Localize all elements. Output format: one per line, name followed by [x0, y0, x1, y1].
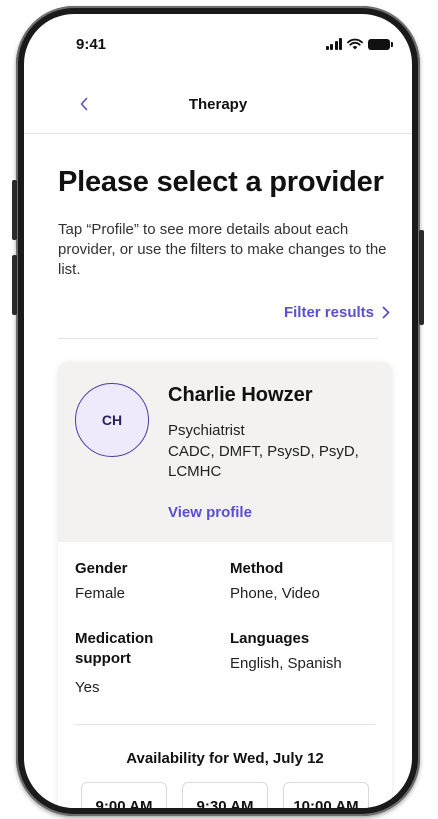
intro-text: Tap “Profile” to see more details about … — [58, 221, 387, 278]
time-slot-button[interactable]: 9:00 AM — [81, 782, 167, 808]
avatar: CH — [75, 383, 149, 457]
status-bar: 9:41 — [24, 14, 412, 70]
chevron-right-icon — [382, 306, 390, 319]
time-slot-list: 9:00 AM 9:30 AM 10:00 AM — [81, 782, 369, 808]
filter-results-label: Filter results — [283, 304, 374, 321]
page-title: Please select a provider — [58, 166, 384, 198]
method-value: Phone, Video — [230, 585, 320, 602]
provider-credentials: CADC, DMFT, PsysD, PsyD, LCMHC — [168, 443, 359, 480]
wifi-icon — [347, 38, 363, 50]
time-slot-button[interactable]: 9:30 AM — [182, 782, 268, 808]
medication-support-value: Yes — [75, 679, 100, 696]
phone-screen: 9:41 Therapy Please select a provider Ta… — [24, 14, 412, 808]
method-label: Method — [230, 560, 284, 577]
languages-value: English, Spanish — [230, 655, 342, 672]
provider-role: Psychiatrist — [168, 422, 245, 439]
provider-name: Charlie Howzer — [168, 384, 313, 406]
gender-value: Female — [75, 585, 126, 602]
status-time: 9:41 — [76, 36, 107, 53]
filter-results-link[interactable]: Filter results — [284, 304, 390, 321]
divider — [75, 724, 375, 725]
nav-bar: Therapy — [24, 86, 412, 134]
gender-label: Gender — [75, 560, 128, 577]
time-slot-button[interactable]: 10:00 AM — [283, 782, 369, 808]
provider-card-header: CH Charlie Howzer Psychiatrist CADC, DMF… — [58, 362, 392, 542]
languages-label: Languages — [230, 630, 310, 647]
status-icons — [325, 38, 393, 50]
volume-up-button — [12, 180, 17, 240]
availability-title: Availability for Wed, July 12 — [126, 750, 324, 767]
power-button — [419, 230, 424, 325]
view-profile-link[interactable]: View profile — [168, 504, 252, 521]
provider-card: CH Charlie Howzer Psychiatrist CADC, DMF… — [58, 362, 392, 808]
battery-icon — [368, 39, 393, 50]
volume-down-button — [12, 255, 17, 315]
divider — [58, 338, 378, 339]
nav-title: Therapy — [188, 96, 248, 113]
cellular-signal-icon — [325, 38, 342, 50]
medication-support-label: Medication support — [75, 630, 154, 667]
